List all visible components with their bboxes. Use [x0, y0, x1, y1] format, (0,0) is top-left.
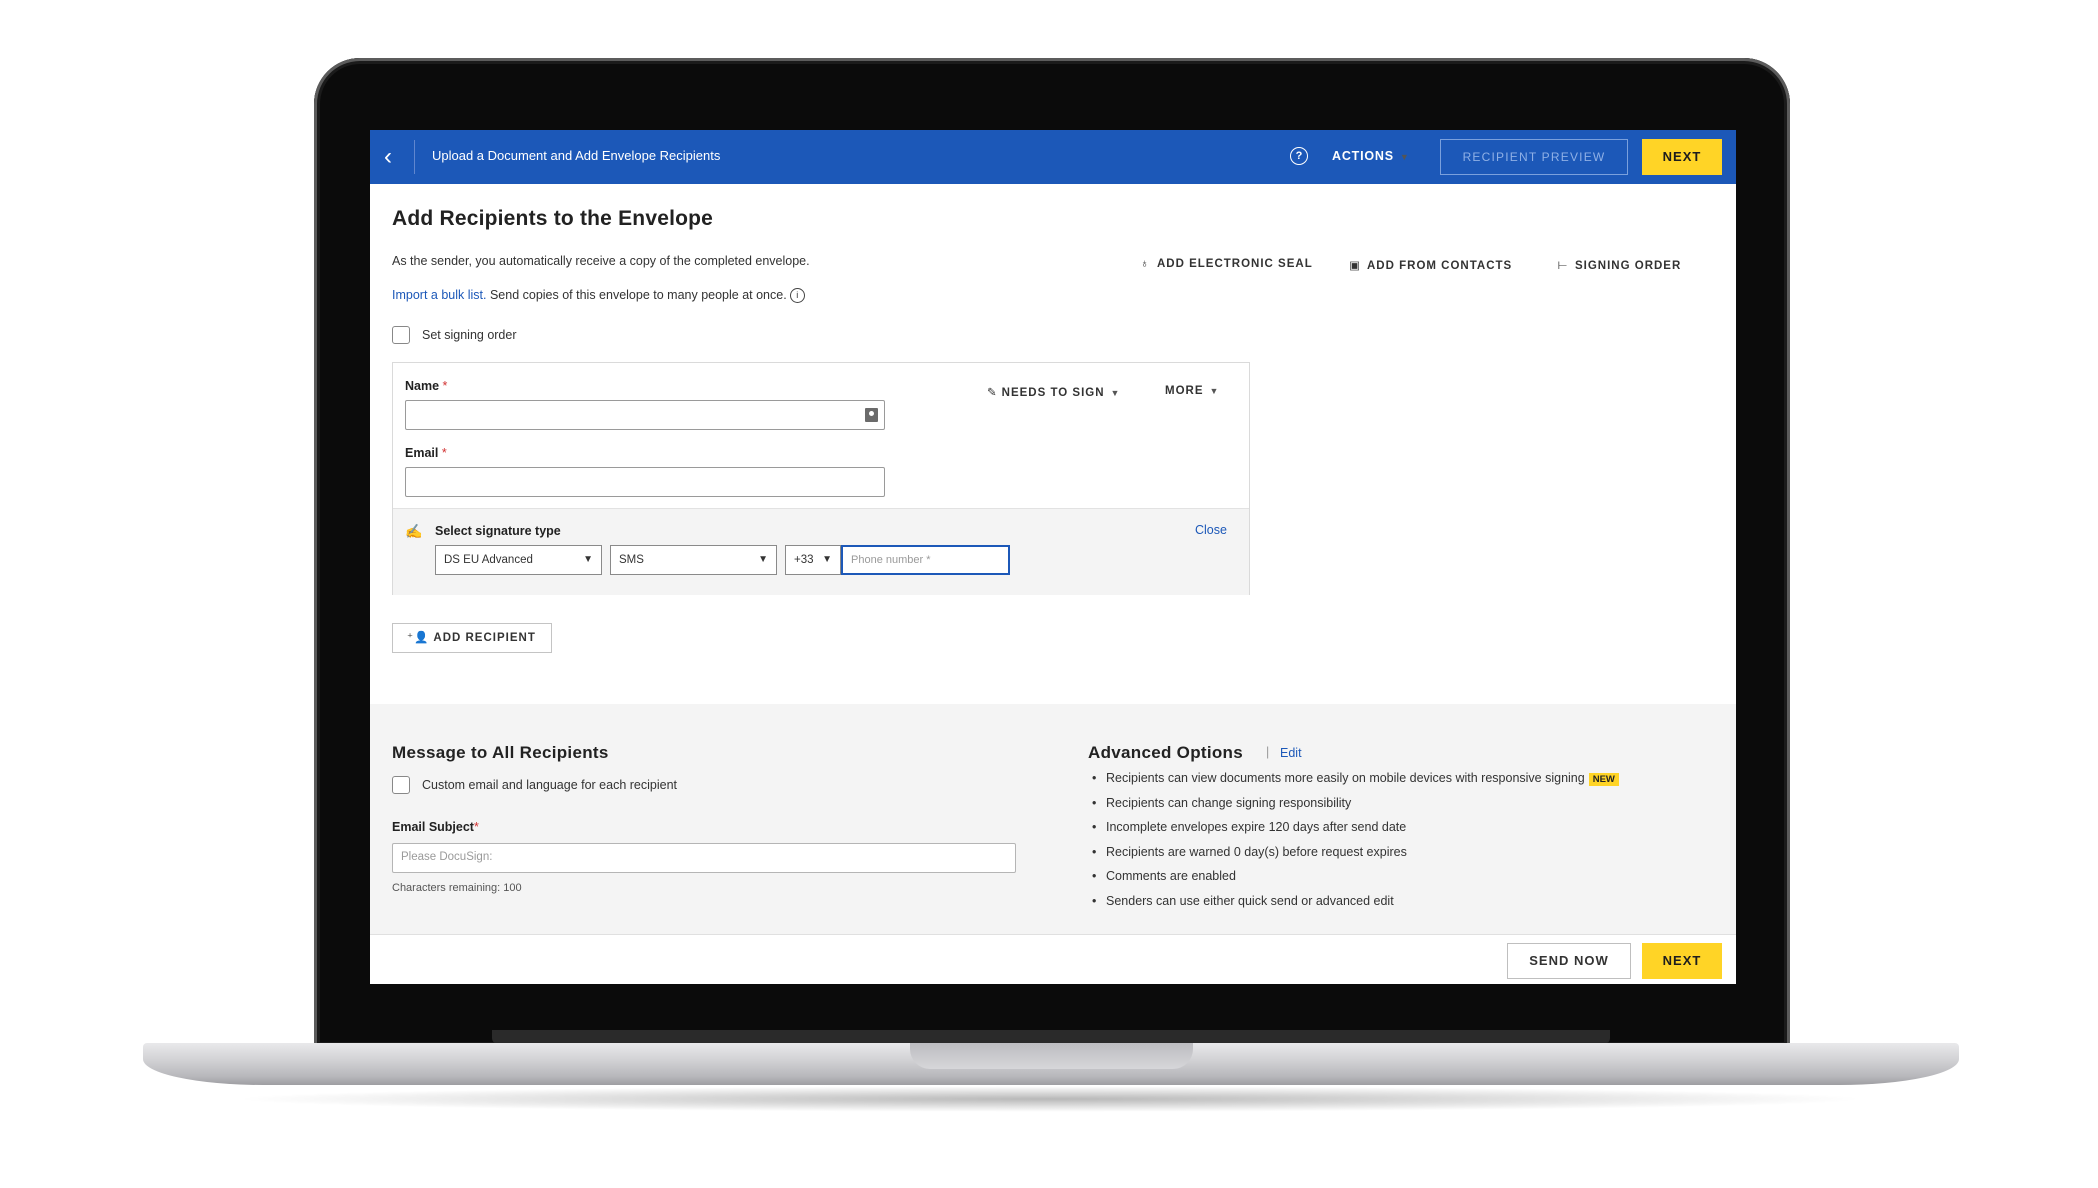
more-dropdown[interactable]: MORE ▼	[1165, 385, 1219, 397]
signing-order-icon: ⊢	[1557, 260, 1569, 272]
next-button-bottom[interactable]: NEXT	[1642, 943, 1722, 979]
app-screen: ‹ Upload a Document and Add Envelope Rec…	[370, 130, 1736, 984]
email-input[interactable]	[405, 467, 885, 497]
sigtype-label: Select signature type	[435, 524, 561, 538]
sender-note: As the sender, you automatically receive…	[392, 254, 810, 268]
country-code-value: +33	[794, 554, 814, 566]
advanced-option-text: Comments are enabled	[1106, 869, 1236, 883]
footer-bar: SEND NOW NEXT	[370, 934, 1736, 984]
contacts-icon: ▣	[1349, 260, 1361, 272]
bulk-list-row: Import a bulk list. Send copies of this …	[392, 288, 805, 304]
add-from-contacts-button[interactable]: ▣ ADD FROM CONTACTS	[1348, 258, 1512, 272]
advanced-option-text: Recipients can change signing responsibi…	[1106, 795, 1352, 810]
laptop-hinge	[492, 1030, 1610, 1044]
advanced-option-item: Comments are enabled	[1088, 869, 1619, 894]
signing-order-label: SIGNING ORDER	[1575, 260, 1682, 272]
advanced-option-item: Recipients can change signing responsibi…	[1088, 796, 1619, 821]
back-chevron-icon[interactable]: ‹	[384, 144, 404, 170]
role-label: NEEDS TO SIGN	[1001, 387, 1105, 399]
recipient-card: Name * Email * ✎ NEEDS TO SIGN ▼ MORE ▼ ✍ S…	[392, 362, 1250, 595]
actions-label: ACTIONS	[1332, 149, 1394, 163]
email-subject-input[interactable]: Please DocuSign:	[392, 843, 1016, 873]
advanced-edit-link[interactable]: Edit	[1280, 746, 1302, 760]
advanced-options-list: Recipients can view documents more easil…	[1088, 771, 1619, 918]
laptop-shadow	[230, 1086, 1870, 1112]
advanced-options-heading: Advanced Options	[1088, 743, 1243, 762]
add-person-icon: ⁺👤	[407, 632, 430, 644]
email-subject-label: Email Subject*	[392, 820, 479, 834]
name-label: Name *	[405, 379, 447, 393]
add-recipient-label: ADD RECIPIENT	[433, 632, 536, 644]
caret-down-icon: ▼	[822, 554, 832, 565]
required-mark: *	[442, 379, 448, 393]
page-title: Upload a Document and Add Envelope Recip…	[432, 148, 721, 163]
email-label-text: Email	[405, 446, 439, 460]
phone-placeholder: Phone number *	[851, 554, 931, 566]
country-code-select[interactable]: +33 ▼	[785, 545, 841, 575]
next-button-top[interactable]: NEXT	[1642, 139, 1722, 175]
contacts-label: ADD FROM CONTACTS	[1367, 260, 1513, 272]
signing-order-checkbox[interactable]	[392, 326, 410, 344]
recipient-preview-button[interactable]: RECIPIENT PREVIEW	[1440, 139, 1628, 175]
caret-down-icon: ▼	[1110, 388, 1121, 398]
advanced-option-item: Incomplete envelopes expire 120 days aft…	[1088, 820, 1619, 845]
name-label-text: Name	[405, 379, 440, 393]
signing-order-button[interactable]: ⊢ SIGNING ORDER	[1556, 258, 1681, 272]
seal-label: ADD ELECTRONIC SEAL	[1157, 258, 1313, 270]
signature-level-value: DS EU Advanced	[444, 554, 533, 566]
advanced-option-text: Incomplete envelopes expire 120 days aft…	[1106, 820, 1407, 834]
email-subject-label-text: Email Subject	[392, 820, 474, 834]
advanced-option-text: Senders can use either quick send or adv…	[1106, 893, 1394, 908]
advanced-option-text: Recipients can view documents more easil…	[1106, 771, 1585, 785]
caret-down-icon: ▼	[583, 554, 593, 565]
name-input[interactable]	[405, 400, 885, 430]
send-now-button[interactable]: SEND NOW	[1507, 943, 1631, 979]
more-label: MORE	[1165, 385, 1204, 397]
pen-icon: ✎	[987, 387, 998, 399]
message-heading: Message to All Recipients	[392, 743, 609, 762]
add-electronic-seal-button[interactable]: ♁ ADD ELECTRONIC SEAL	[1138, 258, 1313, 270]
info-icon[interactable]: i	[789, 288, 805, 304]
bulk-list-text: Send copies of this envelope to many peo…	[486, 288, 787, 302]
new-badge: NEW	[1588, 773, 1619, 786]
auth-method-value: SMS	[619, 554, 644, 566]
required-mark: *	[473, 820, 479, 834]
characters-remaining: Characters remaining: 100	[392, 882, 522, 894]
heading-divider: |	[1266, 745, 1270, 759]
advanced-option-item: Senders can use either quick send or adv…	[1088, 894, 1619, 919]
close-link[interactable]: Close	[1195, 523, 1227, 537]
advanced-option-text: Recipients are warned 0 day(s) before re…	[1106, 844, 1407, 859]
help-icon[interactable]: ?	[1290, 147, 1308, 165]
caret-down-icon: ▼	[1399, 152, 1410, 162]
top-bar: ‹ Upload a Document and Add Envelope Rec…	[370, 130, 1736, 184]
custom-email-checkbox[interactable]	[392, 776, 410, 794]
seal-icon: ♁	[1140, 258, 1150, 270]
advanced-option-item: Recipients are warned 0 day(s) before re…	[1088, 845, 1619, 870]
email-label: Email *	[405, 446, 447, 460]
needs-to-sign-dropdown[interactable]: ✎ NEEDS TO SIGN ▼	[987, 385, 1120, 399]
signature-pen-icon: ✍	[405, 523, 423, 539]
caret-down-icon: ▼	[1209, 386, 1220, 396]
phone-number-input[interactable]: Phone number *	[841, 545, 1010, 575]
recipients-heading: Add Recipients to the Envelope	[392, 207, 714, 230]
custom-email-label: Custom email and language for each recip…	[422, 778, 678, 792]
email-subject-placeholder: Please DocuSign:	[401, 851, 493, 863]
caret-down-icon: ▼	[758, 554, 768, 565]
signature-level-select[interactable]: DS EU Advanced ▼	[435, 545, 602, 575]
auth-method-select[interactable]: SMS ▼	[610, 545, 777, 575]
signature-type-panel: ✍ Select signature type Close DS EU Adva…	[393, 508, 1249, 595]
advanced-option-item: Recipients can view documents more easil…	[1088, 771, 1619, 796]
add-recipient-button[interactable]: ⁺👤 ADD RECIPIENT	[392, 623, 552, 653]
contact-card-icon[interactable]	[865, 408, 878, 422]
topbar-divider	[414, 140, 415, 174]
actions-menu[interactable]: ACTIONS ▼	[1332, 149, 1410, 163]
import-bulk-link[interactable]: Import a bulk list.	[392, 288, 486, 302]
signing-order-checkbox-label: Set signing order	[422, 328, 517, 342]
required-mark: *	[441, 446, 447, 460]
laptop-notch	[910, 1043, 1193, 1069]
